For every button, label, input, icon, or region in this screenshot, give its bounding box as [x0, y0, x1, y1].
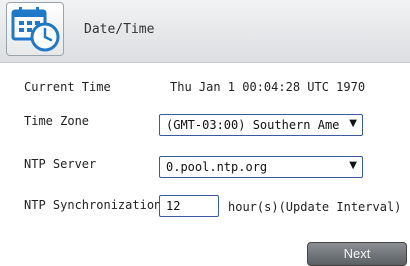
ntp-server-select[interactable]: 0.pool.ntp.org ▼ — [159, 156, 363, 178]
current-time-label: Current Time — [24, 80, 111, 94]
time-zone-select[interactable]: (GMT-03:00) Southern Ame ▼ — [159, 114, 363, 136]
next-button[interactable]: Next — [307, 242, 407, 266]
time-zone-label: Time Zone — [24, 114, 90, 128]
time-zone-selected: (GMT-03:00) Southern Ame — [166, 118, 340, 132]
ntp-sync-interval-input[interactable] — [159, 195, 219, 217]
page-header: Date/Time — [0, 0, 410, 63]
calendar-clock-icon — [11, 7, 60, 52]
current-time-value: Thu Jan 1 00:04:28 UTC 1970 — [170, 80, 366, 94]
ntp-server-label: NTP Server — [24, 157, 97, 171]
date-time-icon-box — [6, 2, 64, 56]
ntp-sync-label: NTP Synchronization — [24, 198, 162, 212]
page-title: Date/Time — [84, 22, 155, 37]
dropdown-arrow-icon: ▼ — [349, 118, 357, 129]
ntp-sync-unit-label: hour(s)(Update Interval) — [228, 200, 402, 214]
dropdown-arrow-icon: ▼ — [349, 160, 357, 171]
ntp-server-selected: 0.pool.ntp.org — [166, 160, 268, 174]
